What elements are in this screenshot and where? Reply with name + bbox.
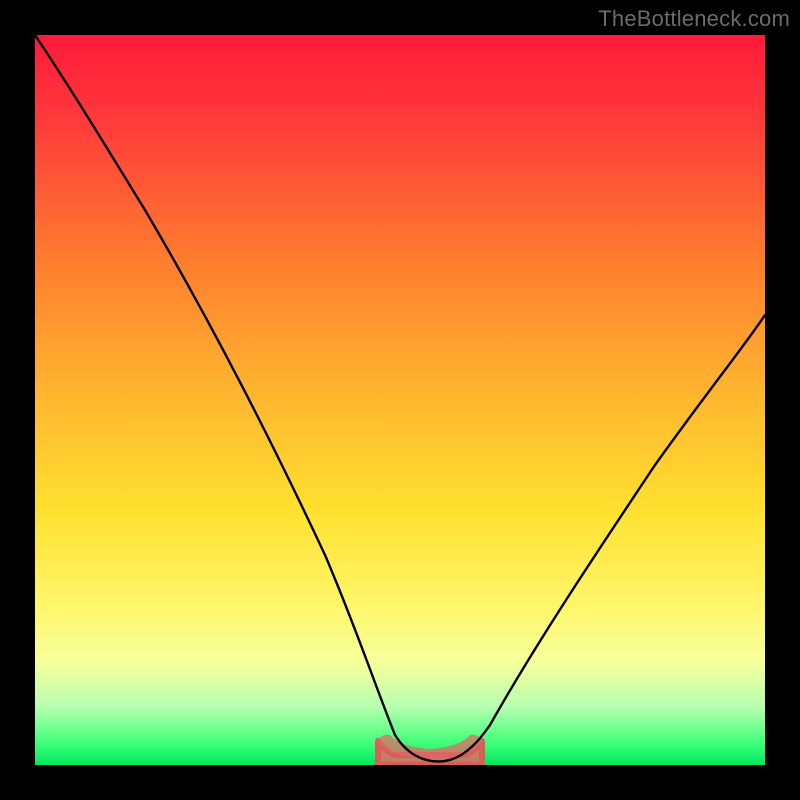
chart-svg [35, 35, 765, 765]
chart-frame: TheBottleneck.com [0, 0, 800, 800]
watermark-text: TheBottleneck.com [598, 6, 790, 32]
bottleneck-curve [35, 35, 765, 761]
plot-area [35, 35, 765, 765]
